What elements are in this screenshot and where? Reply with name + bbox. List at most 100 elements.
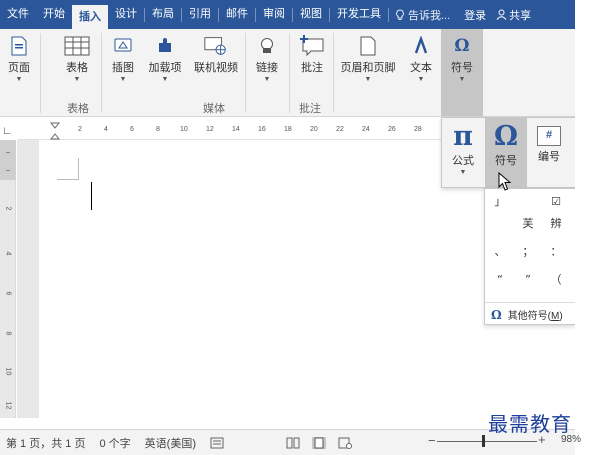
- table-label: 表格: [66, 62, 88, 74]
- chevron-down-icon: ▼: [73, 76, 81, 83]
- ruler-tick: 28: [414, 126, 422, 133]
- equation-button[interactable]: π 公式 ▼: [442, 118, 484, 188]
- number-button[interactable]: # 编号: [528, 118, 570, 188]
- chevron-down-icon: ▼: [161, 76, 169, 83]
- text-label: 文本: [410, 62, 432, 74]
- symbol-cell[interactable]: ；: [515, 239, 541, 265]
- text-button[interactable]: 文本 ▼: [404, 33, 438, 101]
- symbol-cell[interactable]: ”: [515, 267, 541, 293]
- chevron-down-icon: ▼: [459, 169, 467, 176]
- ruler-tick: 8: [156, 126, 160, 133]
- tab-file[interactable]: 文件: [0, 0, 36, 29]
- group-divider: [245, 33, 246, 113]
- comment-icon: [299, 33, 325, 59]
- margin-corner-mark: [57, 158, 79, 180]
- symbol-cell[interactable]: （: [543, 267, 569, 293]
- ruler-tick: 24: [362, 126, 370, 133]
- tab-stop-selector[interactable]: ∟: [2, 125, 14, 137]
- number-icon: #: [537, 126, 561, 146]
- tab-mailings[interactable]: 邮件: [219, 0, 255, 29]
- group-divider: [40, 33, 41, 113]
- table-button[interactable]: 表格 ▼: [58, 33, 96, 101]
- link-icon: [254, 33, 280, 59]
- ruler-tick: 16: [258, 126, 266, 133]
- tab-home[interactable]: 开始: [36, 0, 72, 29]
- mouse-pointer-icon: [498, 172, 512, 191]
- chevron-down-icon: ▼: [458, 76, 466, 83]
- omega-icon: Ω: [491, 307, 502, 322]
- symbol-cell[interactable]: ：: [543, 239, 569, 265]
- ruler-tick: 12: [4, 401, 12, 410]
- header-footer-icon: [355, 33, 381, 59]
- tab-references[interactable]: 引用: [182, 0, 218, 29]
- login-link[interactable]: 登录: [456, 7, 494, 23]
- text-icon: [408, 33, 434, 59]
- header-footer-button[interactable]: 页眉和页脚 ▼: [336, 33, 400, 101]
- omega-icon: Ω: [493, 121, 519, 152]
- illustrations-button[interactable]: 插图 ▼: [106, 33, 140, 101]
- symbols-button[interactable]: Ω 符号 ▼: [441, 29, 483, 116]
- tell-me-search[interactable]: 告诉我...: [389, 7, 456, 23]
- chevron-down-icon: ▼: [15, 76, 23, 83]
- tab-layout[interactable]: 布局: [145, 0, 181, 29]
- symbol-cell[interactable]: “: [487, 267, 513, 293]
- online-video-icon: [203, 33, 229, 59]
- tab-view[interactable]: 视图: [293, 0, 329, 29]
- ruler-tick: 10: [180, 126, 188, 133]
- tab-developer[interactable]: 开发工具: [330, 0, 388, 29]
- tell-me-text: 告诉我...: [408, 9, 451, 22]
- symbol-cell[interactable]: 芙: [515, 211, 541, 237]
- pages-button[interactable]: 页面 ▼: [2, 33, 36, 101]
- indent-marker-icon[interactable]: [50, 122, 60, 140]
- page-count[interactable]: 第 1 页，共 1 页: [6, 435, 85, 451]
- ruler-mark: [6, 170, 10, 171]
- ruler-tick: 2: [78, 126, 82, 133]
- chevron-down-icon: ▼: [417, 76, 425, 83]
- zoom-out-button[interactable]: −: [428, 433, 436, 448]
- ruler-mark: [6, 152, 10, 153]
- more-symbols-button[interactable]: Ω 其他符号(M): [485, 302, 576, 326]
- zoom-slider-thumb[interactable]: [482, 435, 485, 447]
- tab-review[interactable]: 审阅: [256, 0, 292, 29]
- omega-icon: Ω: [454, 36, 470, 56]
- web-layout-icon[interactable]: [338, 437, 352, 449]
- zoom-slider[interactable]: [437, 441, 537, 442]
- addins-button[interactable]: 加载项 ▼: [148, 33, 182, 101]
- vertical-ruler[interactable]: 2 4 6 8 10 12: [0, 140, 16, 418]
- share-button[interactable]: 共享: [494, 7, 533, 23]
- macro-record-icon[interactable]: [210, 437, 224, 449]
- print-layout-icon[interactable]: [311, 436, 326, 449]
- chevron-down-icon: ▼: [364, 76, 372, 83]
- symbol-cell[interactable]: [487, 211, 513, 237]
- symbol-cell[interactable]: 、: [487, 239, 513, 265]
- horizontal-ruler[interactable]: 2 4 6 8 10 12 14 16 18 20 22 24 26 28: [18, 122, 448, 140]
- pages-label: 页面: [8, 62, 30, 74]
- more-symbols-label: 其他符号(M): [507, 311, 563, 322]
- ruler-tick: 10: [4, 367, 12, 376]
- symbol-cell[interactable]: 辨: [543, 211, 569, 237]
- links-button[interactable]: 链接 ▼: [250, 33, 284, 101]
- online-video-label: 联机视频: [194, 62, 238, 74]
- group-label-comments: 批注: [299, 103, 321, 115]
- online-video-button[interactable]: 联机视频: [190, 33, 242, 101]
- number-glyph: #: [545, 129, 553, 141]
- table-icon: [64, 33, 90, 59]
- tab-insert[interactable]: 插入: [72, 5, 108, 29]
- language-indicator[interactable]: 英语(美国): [145, 435, 196, 451]
- addin-icon: [152, 33, 178, 59]
- tab-design[interactable]: 设计: [108, 0, 144, 29]
- read-mode-icon[interactable]: [286, 437, 300, 449]
- page-icon: [6, 33, 32, 59]
- equation-label: 公式: [452, 155, 474, 167]
- ruler-tick: 8: [4, 331, 12, 336]
- ruler-tick: 6: [130, 126, 134, 133]
- ruler-tick: 12: [206, 126, 214, 133]
- ruler-margin-shade: [0, 140, 16, 180]
- comment-button[interactable]: 批注: [294, 33, 330, 101]
- illustration-icon: [110, 33, 136, 59]
- word-count[interactable]: 0 个字: [99, 435, 130, 451]
- person-icon: [496, 9, 507, 20]
- ruler-tick: 22: [336, 126, 344, 133]
- right-blank-strip: [575, 0, 608, 455]
- group-label-media: 媒体: [203, 103, 225, 115]
